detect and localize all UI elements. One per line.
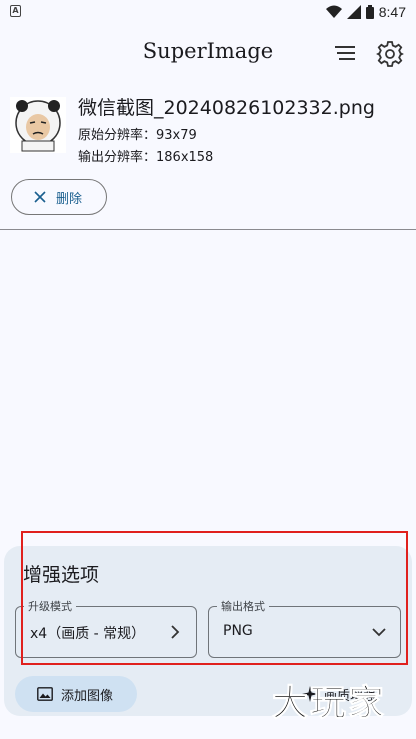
image-thumbnail[interactable] (10, 97, 66, 153)
delete-label: 删除 (56, 191, 83, 207)
enhance-label: 画质增强 (324, 688, 377, 704)
output-format-value: PNG (223, 623, 253, 639)
a-letter-icon: A (10, 5, 21, 17)
upscale-mode-value: x4（画质 - 常规） (30, 626, 146, 642)
file-name: 微信截图_20240826102332.png (78, 97, 375, 119)
output-format-select[interactable]: 输出格式 PNG (208, 598, 401, 658)
battery-icon (365, 5, 374, 19)
list-icon[interactable] (333, 41, 359, 65)
enhance-button[interactable]: 画质增强 (280, 676, 402, 712)
upscale-mode-select[interactable]: 升级模式 x4（画质 - 常规） (15, 598, 197, 658)
image-icon (37, 687, 53, 701)
output-format-label: 输出格式 (217, 598, 269, 614)
delete-button[interactable]: 删除 (11, 179, 107, 215)
gear-icon[interactable] (376, 40, 404, 68)
image-list-item: 微信截图_20240826102332.png 原始分辨率：93x79 输出分辨… (0, 90, 416, 230)
panel-title: 增强选项 (23, 564, 100, 586)
clock: 8:47 (378, 4, 406, 20)
output-resolution: 输出分辨率：186x158 (78, 150, 214, 165)
app-bar: SuperImage (0, 28, 416, 78)
status-bar: A 8:47 (0, 0, 416, 24)
close-icon (34, 191, 46, 203)
chevron-right-icon (171, 625, 180, 639)
sparkle-icon (302, 686, 318, 702)
signal-icon (346, 5, 361, 19)
wifi-icon (325, 5, 342, 18)
add-image-label: 添加图像 (61, 688, 114, 704)
add-image-button[interactable]: 添加图像 (15, 676, 137, 712)
upscale-mode-label: 升级模式 (24, 598, 76, 614)
divider (0, 229, 416, 230)
original-resolution: 原始分辨率：93x79 (78, 128, 197, 143)
enhance-options-panel: 增强选项 升级模式 x4（画质 - 常规） 输出格式 PNG 添加图像 画质增强 (4, 546, 412, 716)
status-icons: 8:47 (325, 3, 406, 21)
chevron-down-icon (372, 628, 386, 637)
